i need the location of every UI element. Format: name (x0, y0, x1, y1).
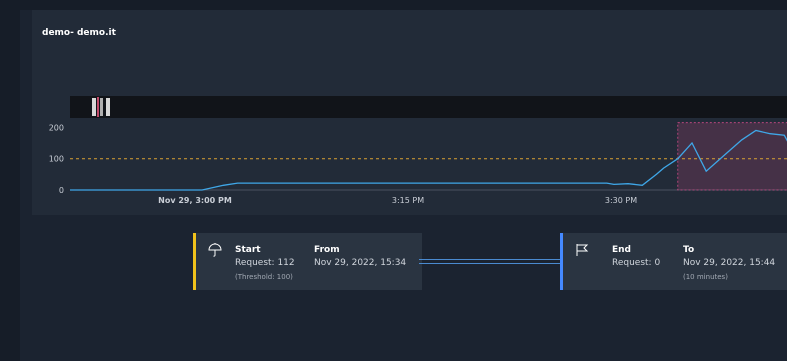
from-value: Nov 29, 2022, 15:34 (314, 258, 407, 268)
line-chart[interactable]: 2001000Nov 29, 3:00 PM3:15 PM3:30 PM3:45… (0, 0, 787, 215)
anomaly-highlight[interactable] (677, 122, 787, 191)
x-tick-label: Nov 29, 3:00 PM (158, 196, 232, 205)
from-label: From (314, 245, 340, 255)
end-request: Request: 0 (612, 258, 661, 268)
start-threshold: (Threshold: 100) (235, 273, 293, 281)
to-label: To (683, 245, 695, 255)
y-tick-label: 100 (49, 155, 64, 164)
flag-icon (576, 244, 589, 256)
end-card[interactable]: End Request: 0 To Nov 29, 2022, 15:44 (1… (560, 233, 787, 290)
start-request: Request: 112 (235, 258, 295, 268)
y-tick-label: 0 (59, 186, 64, 195)
to-value: Nov 29, 2022, 15:44 (683, 258, 776, 268)
start-card[interactable]: Start Request: 112 (Threshold: 100) From… (193, 233, 422, 290)
x-tick-label: 3:30 PM (605, 196, 637, 205)
end-duration: (10 minutes) (683, 273, 728, 281)
end-title: End (612, 245, 631, 255)
x-tick-label: 3:15 PM (392, 196, 424, 205)
timeline-connector (419, 259, 560, 264)
start-title: Start (235, 245, 261, 255)
y-tick-label: 200 (49, 123, 64, 132)
umbrella-icon (208, 243, 222, 257)
